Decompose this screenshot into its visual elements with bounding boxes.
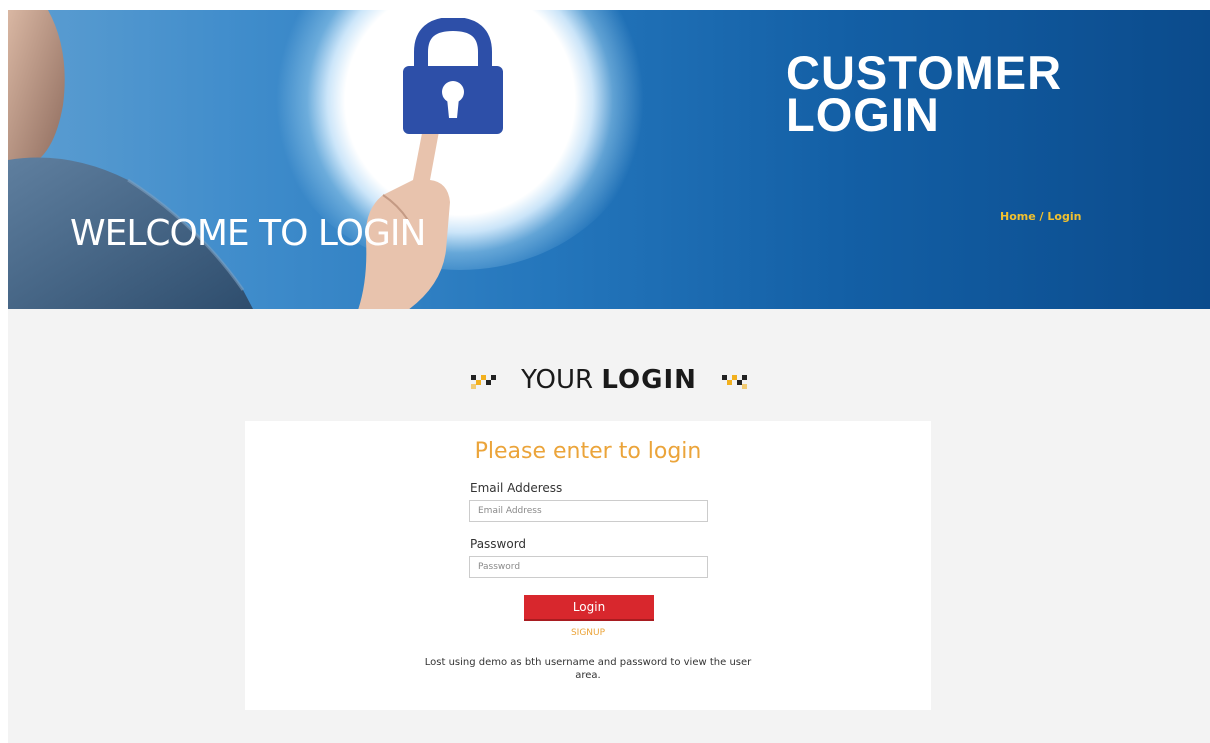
breadcrumb-current: Login <box>1047 210 1082 223</box>
demo-note: Lost using demo as bth username and pass… <box>424 657 752 681</box>
hero-banner: CUSTOMER LOGIN WELCOME TO LOGIN Home / L… <box>8 10 1210 309</box>
login-card: Please enter to login Email Adderess Pas… <box>245 421 931 710</box>
password-label: Password <box>470 537 527 551</box>
breadcrumb-separator: / <box>1039 210 1044 223</box>
decorative-checker-icon <box>470 374 496 389</box>
email-input[interactable] <box>469 500 708 522</box>
main-content: YOUR LOGIN Please enter to login Email A… <box>8 309 1210 743</box>
section-heading: YOUR LOGIN <box>8 365 1210 395</box>
banner-title-line2: LOGIN <box>786 88 940 141</box>
password-input[interactable] <box>469 556 708 578</box>
login-button[interactable]: Login <box>524 595 654 621</box>
banner-title: CUSTOMER LOGIN <box>786 49 1062 141</box>
section-heading-light: YOUR <box>521 365 594 395</box>
signup-link[interactable]: SIGNUP <box>245 628 931 638</box>
padlock-icon <box>403 18 503 134</box>
email-label: Email Adderess <box>470 481 563 495</box>
welcome-heading: WELCOME TO LOGIN <box>70 213 426 254</box>
decorative-checker-icon <box>722 374 748 389</box>
login-card-title: Please enter to login <box>474 439 702 464</box>
breadcrumb-home-link[interactable]: Home <box>1000 210 1036 223</box>
hand-image <box>358 117 450 309</box>
breadcrumb: Home / Login <box>1000 210 1081 223</box>
person-image <box>8 10 253 309</box>
section-heading-bold: LOGIN <box>601 365 697 395</box>
